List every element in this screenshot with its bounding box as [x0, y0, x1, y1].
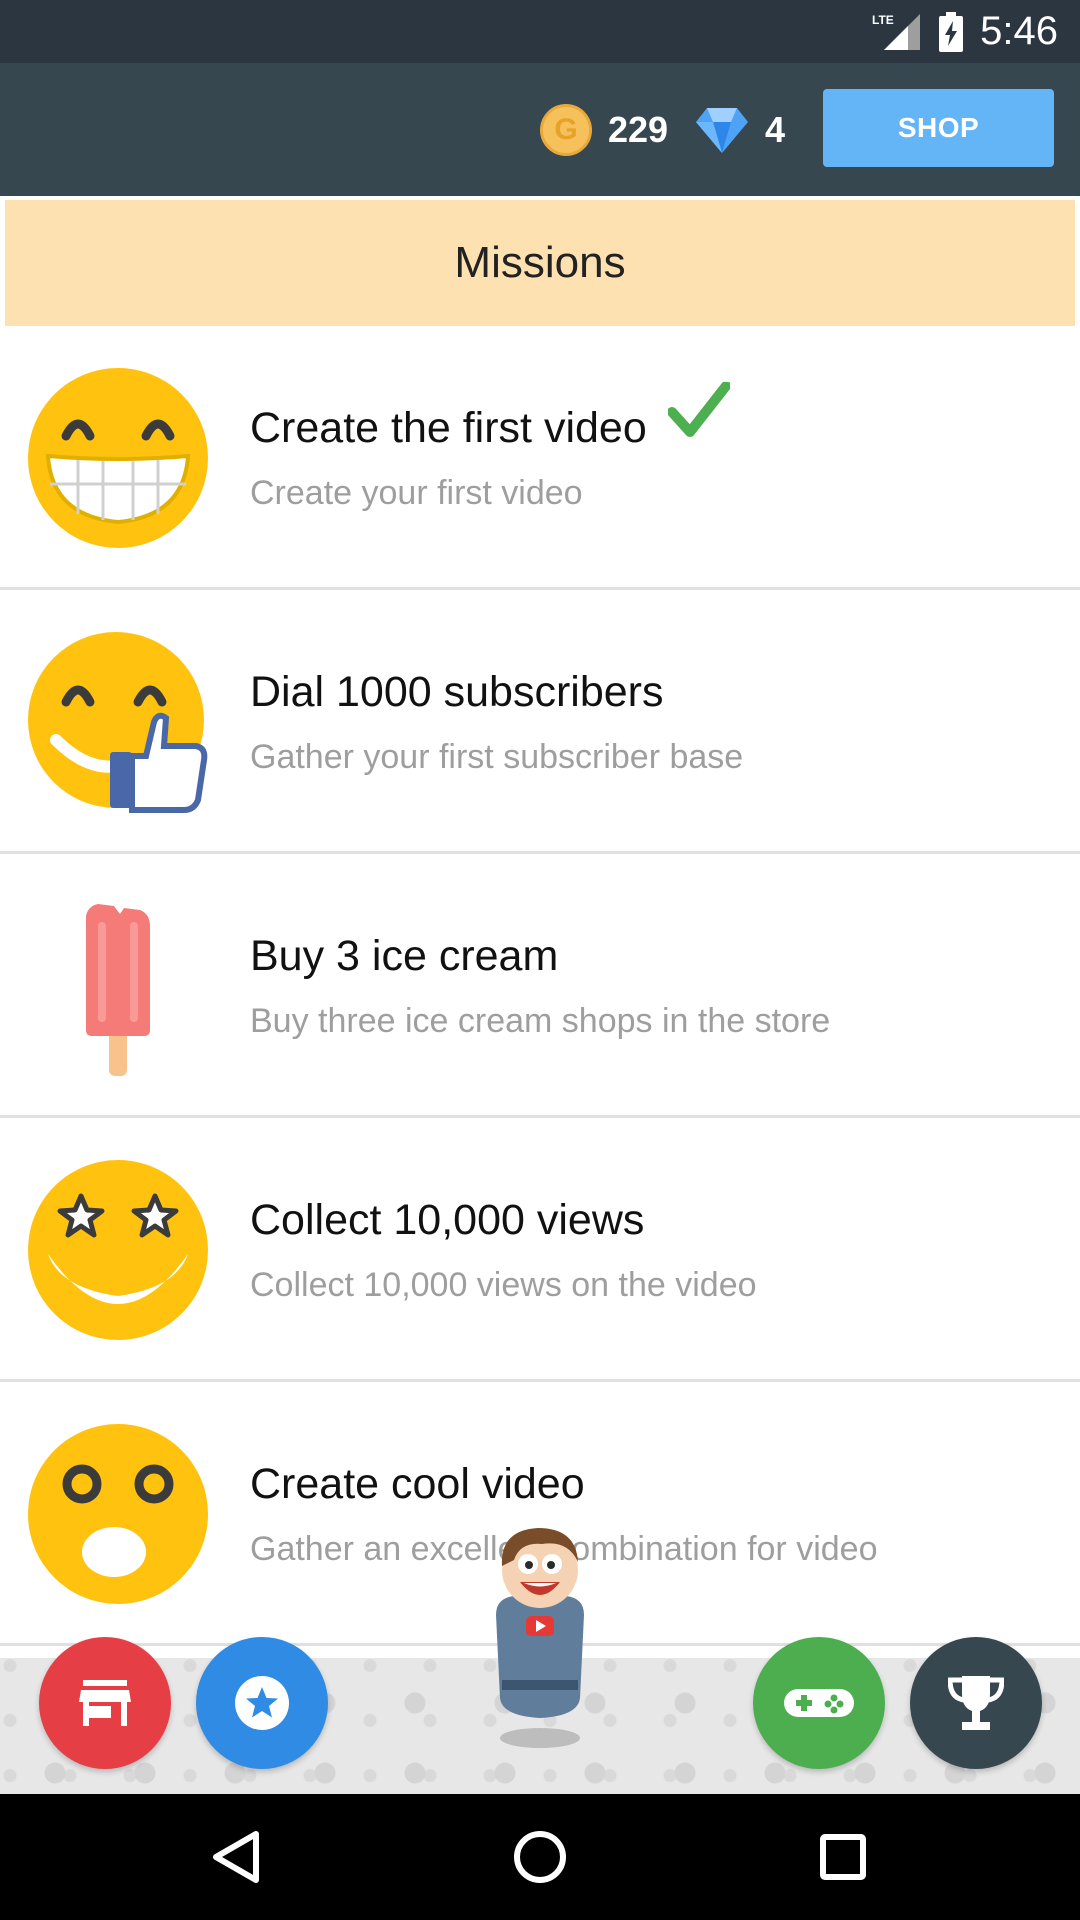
- coin-balance: G 229: [540, 63, 668, 196]
- shop-button[interactable]: SHOP: [823, 89, 1054, 167]
- missions-header: Missions: [5, 200, 1075, 326]
- store-icon: [79, 1680, 131, 1726]
- mission-item[interactable]: Buy 3 ice cream Buy three ice cream shop…: [0, 854, 1080, 1118]
- mission-title: Dial 1000 subscribers: [250, 668, 664, 716]
- mission-description: Create your first video: [250, 474, 583, 512]
- popsicle-icon: [86, 904, 150, 1076]
- network-type: LTE: [872, 13, 894, 27]
- mission-item[interactable]: Dial 1000 subscribers Gather your first …: [0, 590, 1080, 854]
- store-button[interactable]: [39, 1637, 171, 1769]
- home-circle-icon: [514, 1831, 566, 1883]
- character-avatar: [496, 1528, 584, 1748]
- status-icons: LTE 5:46: [870, 0, 1058, 63]
- recents-button[interactable]: [808, 1822, 878, 1892]
- smile-thumbs-up-icon: [28, 632, 208, 813]
- status-time: 5:46: [980, 9, 1058, 53]
- mission-title: Collect 10,000 views: [250, 1196, 645, 1244]
- gem-balance: 4: [695, 63, 785, 196]
- mission-description: Gather your first subscriber base: [250, 738, 744, 776]
- achievements-button[interactable]: [196, 1637, 328, 1769]
- coin-count: 229: [608, 108, 669, 150]
- diamond-icon: [696, 107, 748, 153]
- mission-title: Create cool video: [250, 1460, 585, 1508]
- gem-count: 4: [765, 108, 786, 150]
- back-triangle-icon: [213, 1831, 259, 1883]
- grinning-face-icon: [28, 368, 208, 548]
- recents-square-icon: [820, 1834, 866, 1880]
- mission-title: Buy 3 ice cream: [250, 932, 559, 980]
- mission-item[interactable]: Collect 10,000 views Collect 10,000 view…: [0, 1118, 1080, 1382]
- star-icon: [235, 1676, 289, 1730]
- lte-signal-icon: LTE: [872, 13, 921, 50]
- coin-icon: G: [540, 103, 592, 156]
- status-bar: LTE 5:46: [0, 0, 1080, 63]
- mission-description: Collect 10,000 views on the video: [250, 1266, 757, 1304]
- games-button[interactable]: [753, 1637, 885, 1769]
- gamepad-icon: [784, 1689, 854, 1717]
- checkmark-icon: [668, 382, 730, 437]
- star-eyes-face-icon: [28, 1160, 208, 1340]
- home-button[interactable]: [505, 1822, 575, 1892]
- mission-list: Create the first video Create your first…: [0, 326, 1080, 1646]
- system-nav-bar: [0, 1794, 1080, 1920]
- surprised-face-icon: [28, 1424, 208, 1604]
- battery-charging-icon: [939, 11, 964, 52]
- mission-item[interactable]: Create the first video Create your first…: [0, 326, 1080, 590]
- trophy-icon: [948, 1676, 1004, 1730]
- mission-description: Buy three ice cream shops in the store: [250, 1002, 831, 1040]
- back-button[interactable]: [201, 1822, 271, 1892]
- coin-symbol: G: [554, 112, 578, 146]
- leaderboard-button[interactable]: [910, 1637, 1042, 1769]
- mission-title: Create the first video: [250, 404, 647, 452]
